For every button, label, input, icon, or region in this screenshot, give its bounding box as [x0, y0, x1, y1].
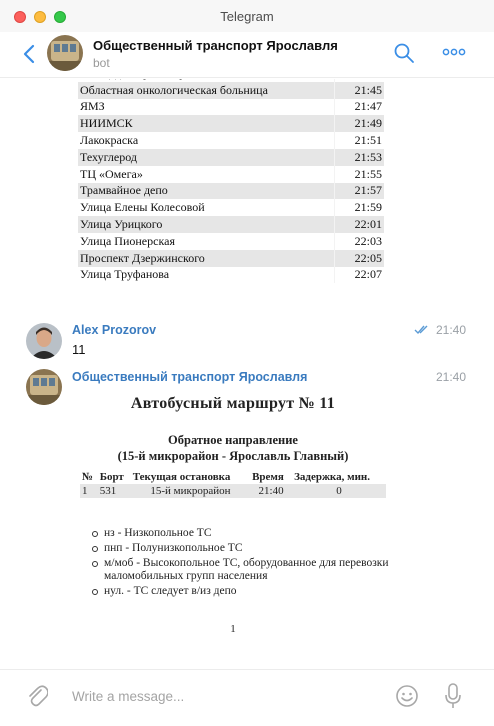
table-cell: 0	[292, 484, 386, 498]
column-header: Время	[252, 471, 284, 483]
stop-name: Трамвайное депо	[80, 183, 168, 198]
legend-item: нз - Низкопольное ТС	[92, 527, 392, 540]
timetable-row: Улица Елены Колесовой 21:59	[78, 199, 384, 217]
column-header: №	[82, 471, 94, 483]
timetable-row: Лакокраска 21:51	[78, 132, 384, 149]
page-number: 1	[230, 623, 236, 635]
message-time: 21:40	[436, 323, 467, 337]
avatar[interactable]	[26, 323, 62, 359]
timetable-image[interactable]: Площадь Карла Маркса21:43Областная онкол…	[78, 79, 384, 284]
message-sender[interactable]: Общественный транспорт Ярославля	[72, 370, 307, 384]
avatar[interactable]	[26, 369, 62, 405]
chat-header: Общественный транспорт Ярославля bot	[0, 32, 494, 78]
window-title: Telegram	[220, 9, 274, 24]
table-row: 1 531 15-й микрорайон 21:40 0	[80, 484, 386, 498]
message-list[interactable]: Площадь Карла Маркса21:43Областная онкол…	[0, 79, 494, 669]
table-cell: 21:40	[250, 484, 293, 498]
legend-item: нул. - ТС следует в/из депо	[92, 585, 392, 598]
legend-list: нз - Низкопольное ТС пнп - Полунизкопольн…	[92, 527, 392, 600]
legend-item: м/моб - Высокопольное ТС, оборудованное …	[92, 557, 392, 583]
route-endpoints: (15-й микрорайон - Ярославль Главный)	[117, 449, 349, 463]
chat-avatar[interactable]	[47, 35, 83, 71]
stop-time: 21:53	[333, 148, 384, 166]
timetable-row: Областная онкологическая больница 21:45	[78, 81, 384, 99]
timetable-row: ТЦ «Омега» 21:55	[78, 165, 384, 183]
stop-name: Улица Пионерская	[80, 233, 175, 248]
timetable-row: Улица Труфанова 22:07	[78, 266, 384, 284]
column-header: Задержка, мин.	[294, 471, 371, 483]
chat-subtitle: bot	[93, 56, 110, 70]
stop-time: 22:03	[333, 232, 384, 250]
stop-time: 21:49	[333, 115, 384, 133]
legend-item: пнп - Полунизкопольное ТС	[92, 542, 392, 555]
message-time: 21:40	[436, 370, 467, 384]
stop-name: Улица Урицкого	[80, 217, 163, 232]
route-direction: Обратное направление	[168, 433, 298, 447]
stop-name: ТЦ «Омега»	[80, 166, 143, 181]
timetable-row: Проспект Дзержинского 22:05	[78, 249, 384, 267]
timetable-row: Трамвайное депо 21:57	[78, 182, 384, 200]
chat-title[interactable]: Общественный транспорт Ярославля	[93, 38, 338, 53]
microphone-icon[interactable]	[444, 682, 462, 710]
message-text: 11	[72, 342, 86, 357]
stop-time: 21:51	[333, 132, 384, 149]
stop-name: Улица Труфанова	[80, 267, 170, 282]
stop-time: 21:45	[333, 81, 384, 99]
stop-time: 21:47	[333, 98, 384, 116]
composer	[0, 669, 494, 726]
window-titlebar: Telegram	[0, 0, 494, 32]
emoji-icon[interactable]	[395, 684, 419, 708]
chevron-left-icon[interactable]	[22, 44, 38, 64]
timetable-row: Улица Пионерская 22:03	[78, 232, 384, 250]
timetable-row: НИИМСК 21:49	[78, 115, 384, 133]
stop-time: 21:57	[333, 182, 384, 200]
message-input[interactable]	[60, 682, 380, 710]
timetable-row: Техуглерод 21:53	[78, 148, 384, 166]
search-icon[interactable]	[393, 42, 415, 64]
stop-name: Проспект Дзержинского	[80, 250, 205, 265]
column-header: Борт	[99, 471, 124, 483]
stop-name: НИИМСК	[80, 116, 133, 131]
table-cell: 531	[97, 484, 131, 498]
vehicle-table-header: № Борт Текущая остановка Время Задержка, мин…	[80, 470, 386, 484]
stop-name: Техуглерод	[80, 149, 137, 164]
read-checks-icon	[414, 325, 428, 335]
message-sender[interactable]: Alex Prozorov	[72, 323, 156, 337]
stop-time: 21:59	[333, 199, 384, 217]
column-header: Текущая остановка	[132, 471, 231, 483]
paperclip-icon[interactable]	[26, 684, 48, 708]
stop-name: Улица Елены Колесовой	[80, 200, 205, 215]
more-icon[interactable]	[442, 46, 466, 58]
timetable-row: Улица Урицкого 22:01	[78, 216, 384, 233]
vehicle-table: № Борт Текущая остановка Время Задержка, мин…	[80, 470, 386, 498]
table-cell: 1	[80, 484, 98, 498]
stop-name: Областная онкологическая больница	[80, 82, 268, 97]
stop-time: 22:05	[333, 249, 384, 267]
timetable-row: ЯМЗ 21:47	[78, 98, 384, 116]
stop-time: 22:07	[333, 266, 384, 284]
route-title: Автобусный маршрут № 11	[130, 395, 336, 412]
stop-time: 22:01	[333, 216, 384, 233]
stop-time: 21:55	[333, 165, 384, 183]
stop-name: ЯМЗ	[80, 99, 105, 114]
table-cell: 15-й микрорайон	[130, 484, 251, 498]
stop-name: Лакокраска	[80, 133, 139, 148]
